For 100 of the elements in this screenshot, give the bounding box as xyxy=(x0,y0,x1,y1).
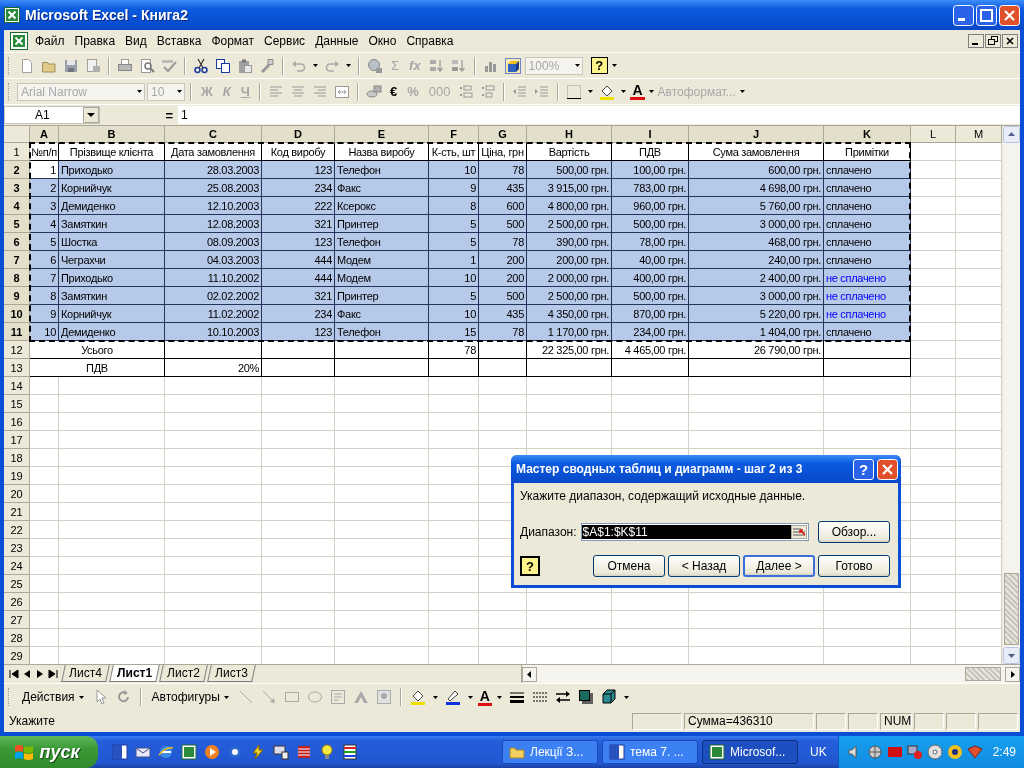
column-header[interactable]: J xyxy=(689,126,824,143)
row-header[interactable]: 5 xyxy=(4,215,30,233)
sheet-tab[interactable]: Лист3 xyxy=(206,665,256,682)
table-cell: №п/п xyxy=(30,143,59,161)
row-header[interactable]: 9 xyxy=(4,287,30,305)
table-cell: 960,00 грн. xyxy=(612,197,689,215)
menu-item[interactable]: Вставка xyxy=(151,32,207,50)
range-field[interactable]: $A$1:$K$11 xyxy=(580,523,809,541)
row-header[interactable]: 24 xyxy=(4,557,30,575)
autoshapes-menu-button[interactable]: Автофигуры xyxy=(147,690,233,704)
table-cell: 4 465,00 грн. xyxy=(612,341,689,359)
row-header[interactable]: 4 xyxy=(4,197,30,215)
menu-item[interactable]: Файл xyxy=(30,32,70,50)
menu-item[interactable]: Правка xyxy=(69,32,121,50)
name-box[interactable]: A1 xyxy=(4,106,100,124)
column-header[interactable]: G xyxy=(479,126,527,143)
menu-item[interactable]: Формат xyxy=(206,32,260,50)
row-header[interactable]: 27 xyxy=(4,611,30,629)
column-header[interactable]: K xyxy=(824,126,911,143)
table-cell: 7 xyxy=(30,269,59,287)
row-header[interactable]: 6 xyxy=(4,233,30,251)
column-header[interactable]: L xyxy=(911,126,956,143)
menu-item[interactable]: Окно xyxy=(363,32,402,50)
table-cell: сплачено xyxy=(824,233,911,251)
table-cell: 8 xyxy=(429,197,479,215)
row-header[interactable]: 19 xyxy=(4,467,30,485)
font-color-button[interactable]: A xyxy=(630,83,645,100)
actions-menu-button[interactable]: Действия xyxy=(18,690,88,704)
menu-item[interactable]: Сервис xyxy=(259,32,311,50)
table-cell: 240,00 грн. xyxy=(689,251,824,269)
column-header[interactable]: E xyxy=(335,126,429,143)
row-header[interactable]: 14 xyxy=(4,377,30,395)
row-header[interactable]: 12 xyxy=(4,341,30,359)
menu-item[interactable]: Справка xyxy=(401,32,459,50)
language-indicator[interactable]: UK xyxy=(802,745,835,759)
row-header[interactable]: 7 xyxy=(4,251,30,269)
table-cell: 4 698,00 грн. xyxy=(689,179,824,197)
menu-item[interactable]: Данные xyxy=(310,32,364,50)
row-header[interactable]: 10 xyxy=(4,305,30,323)
taskbar-button[interactable]: тема 7. ... xyxy=(602,740,698,764)
sheet-tab[interactable]: Лист1 xyxy=(108,665,160,682)
row-header[interactable]: 3 xyxy=(4,179,30,197)
row-header[interactable]: 18 xyxy=(4,449,30,467)
table-cell: Приходько xyxy=(59,161,165,179)
table-cell: 435 xyxy=(479,179,527,197)
column-header[interactable]: A xyxy=(30,126,59,143)
help-button[interactable]: ? xyxy=(520,556,540,576)
euro-button[interactable]: € xyxy=(385,84,402,99)
row-header[interactable]: 20 xyxy=(4,485,30,503)
table-cell: 4 800,00 грн. xyxy=(527,197,612,215)
table-cell: 3 915,00 грн. xyxy=(527,179,612,197)
row-header[interactable]: 15 xyxy=(4,395,30,413)
row-header[interactable]: 11 xyxy=(4,323,30,341)
table-cell: ПДВ xyxy=(612,143,689,161)
row-header[interactable]: 21 xyxy=(4,503,30,521)
column-header[interactable]: B xyxy=(59,126,165,143)
column-header[interactable]: C xyxy=(165,126,262,143)
row-header[interactable]: 17 xyxy=(4,431,30,449)
help-button[interactable]: ? xyxy=(590,57,608,74)
row-header[interactable]: 1 xyxy=(4,143,30,161)
table-cell: 200 xyxy=(479,269,527,287)
row-header[interactable]: 26 xyxy=(4,593,30,611)
column-header[interactable]: I xyxy=(612,126,689,143)
help-button[interactable]: ? xyxy=(853,458,874,480)
table-cell: К-сть, шт xyxy=(429,143,479,161)
menu-item[interactable]: Вид xyxy=(120,32,152,50)
font-color-button[interactable]: A xyxy=(477,688,492,706)
table-cell: сплачено xyxy=(824,251,911,269)
column-header[interactable]: H xyxy=(527,126,612,143)
taskbar-button[interactable]: Microsof... xyxy=(702,740,798,764)
row-header[interactable]: 28 xyxy=(4,629,30,647)
row-header[interactable]: 23 xyxy=(4,539,30,557)
column-header[interactable]: D xyxy=(262,126,335,143)
table-cell: 400,00 грн. xyxy=(612,269,689,287)
sheet-tab[interactable]: Лист2 xyxy=(158,665,208,682)
table-cell: 600,00 грн. xyxy=(689,161,824,179)
formula-field[interactable]: 1 xyxy=(178,106,1020,124)
row-header[interactable]: 16 xyxy=(4,413,30,431)
dialog-button[interactable]: Далее > xyxy=(743,555,815,577)
row-header[interactable]: 2 xyxy=(4,161,30,179)
sheet-tab[interactable]: Лист4 xyxy=(61,665,110,682)
table-cell: не сплачено xyxy=(824,269,911,287)
row-header[interactable]: 25 xyxy=(4,575,30,593)
column-header[interactable]: M xyxy=(956,126,1002,143)
row-header[interactable]: 13 xyxy=(4,359,30,377)
table-cell: 12.08.2003 xyxy=(165,215,262,233)
row-header[interactable]: 8 xyxy=(4,269,30,287)
dialog-button[interactable]: Отмена xyxy=(593,555,665,577)
dialog-button[interactable]: Готово xyxy=(818,555,890,577)
table-cell: Чеграхчи xyxy=(59,251,165,269)
column-header[interactable]: F xyxy=(429,126,479,143)
row-header[interactable]: 22 xyxy=(4,521,30,539)
table-cell: 10.10.2003 xyxy=(165,323,262,341)
dialog-button[interactable]: < Назад xyxy=(668,555,740,577)
browse-button[interactable]: Обзор... xyxy=(818,521,890,543)
start-button[interactable]: пуск xyxy=(0,736,98,768)
table-cell: 20% xyxy=(165,359,262,377)
table-cell: 6 xyxy=(30,251,59,269)
taskbar-button[interactable]: Лекції З... xyxy=(502,740,598,764)
row-header[interactable]: 29 xyxy=(4,647,30,664)
